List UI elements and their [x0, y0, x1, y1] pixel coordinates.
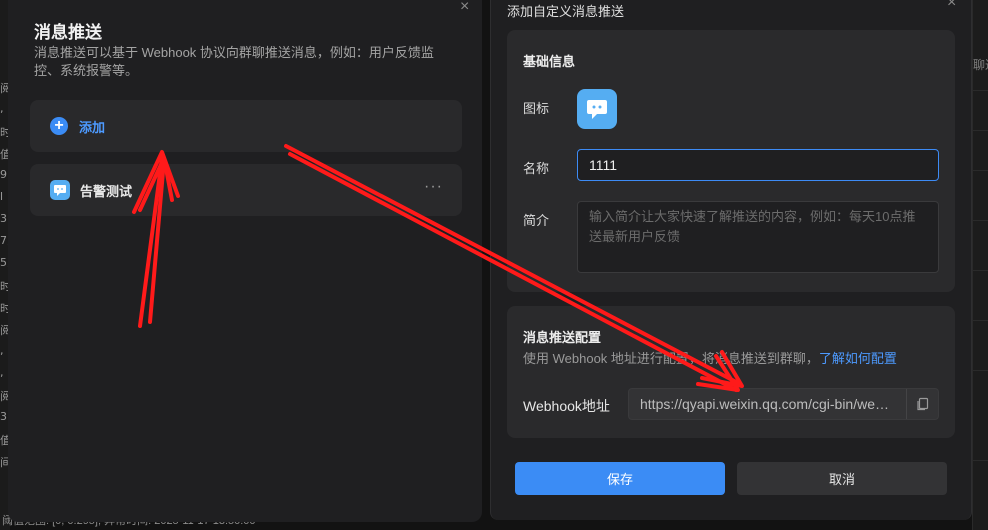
background-fragment: 9 [0, 168, 7, 181]
basic-info-section: 基础信息 图标 名称 简介 [507, 30, 955, 292]
learn-config-link[interactable]: 了解如何配置 [819, 351, 897, 366]
section-title: 消息推送配置 [523, 330, 602, 345]
background-fragment: l [0, 190, 4, 203]
webhook-field [628, 388, 939, 420]
add-custom-push-dialog: 添加自定义消息推送 × 基础信息 图标 名称 简介 消息推送配置 使用 Webh… [490, 0, 972, 520]
copy-icon[interactable] [906, 389, 938, 419]
background-fragment: , [0, 366, 4, 379]
plus-circle-icon: + [50, 117, 68, 135]
push-config-description: 使用 Webhook 地址进行配置，将消息推送到群聊，了解如何配置 [523, 348, 897, 367]
name-input[interactable] [577, 149, 939, 181]
background-fragment: , [0, 344, 4, 357]
webhook-field-label: Webhook地址 [523, 398, 610, 414]
chat-bubble-icon [587, 100, 607, 119]
icon-field-label: 图标 [523, 101, 550, 116]
intro-textarea[interactable] [577, 201, 939, 273]
section-title: 基础信息 [523, 54, 576, 69]
background-hint-text: 聊达 [973, 58, 988, 72]
save-button[interactable]: 保存 [515, 462, 725, 495]
message-push-panel: × 消息推送 消息推送可以基于 Webhook 协议向群聊推送消息，例如：用户反… [8, 0, 482, 522]
chat-bubble-icon [50, 180, 70, 200]
background-page-right-strip: 聊达 [972, 0, 988, 530]
name-field-label: 名称 [523, 161, 550, 176]
background-fragment: 3 [0, 212, 7, 225]
cancel-button[interactable]: 取消 [737, 462, 947, 495]
push-config-description-text: 使用 Webhook 地址进行配置，将消息推送到群聊， [523, 351, 819, 366]
background-fragment: , [0, 102, 4, 115]
panel-description: 消息推送可以基于 Webhook 协议向群聊推送消息，例如：用户反馈监控、系统报… [34, 45, 434, 78]
add-push-label: 添加 [79, 119, 106, 135]
panel-title: 消息推送 [34, 23, 102, 42]
close-icon[interactable]: × [460, 0, 469, 16]
more-icon[interactable]: ··· [424, 178, 443, 196]
add-push-button[interactable]: + 添加 [30, 100, 462, 152]
webhook-input[interactable] [629, 389, 906, 419]
icon-picker[interactable] [577, 89, 617, 129]
intro-field-label: 简介 [523, 213, 550, 228]
close-icon[interactable]: × [947, 0, 956, 12]
push-config-section: 消息推送配置 使用 Webhook 地址进行配置，将消息推送到群聊，了解如何配置… [507, 306, 955, 438]
list-item[interactable]: 告警测试 ··· [30, 164, 462, 216]
dialog-title: 添加自定义消息推送 [507, 4, 625, 19]
background-fragment: 3 [0, 410, 7, 423]
list-item-label: 告警测试 [80, 183, 133, 199]
